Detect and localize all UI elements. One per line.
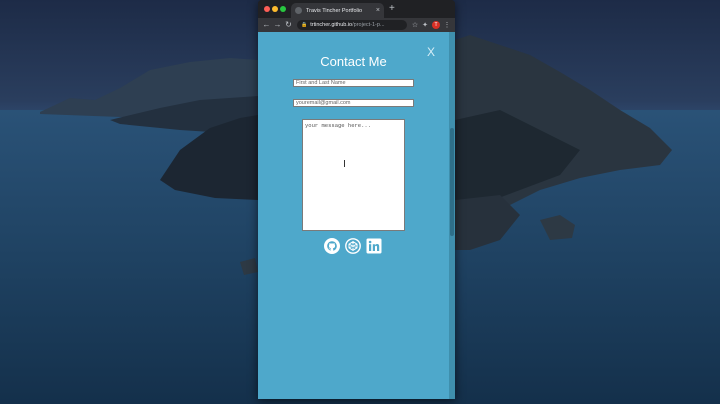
forward-button[interactable]: → [272, 18, 283, 32]
message-textarea[interactable] [302, 119, 405, 231]
github-icon[interactable] [324, 238, 340, 254]
email-input[interactable] [293, 99, 414, 107]
browser-titlebar: Travis Tincher Portfolio × + [258, 0, 455, 18]
back-button[interactable]: ← [261, 18, 272, 32]
browser-tab[interactable]: Travis Tincher Portfolio × [291, 3, 384, 18]
menu-icon[interactable]: ⋮ [442, 21, 452, 29]
page-scrollbar[interactable] [449, 32, 455, 399]
tab-title: Travis Tincher Portfolio [306, 7, 363, 14]
name-input[interactable] [293, 79, 414, 87]
favicon-icon [295, 7, 302, 14]
minimize-window-button[interactable] [272, 6, 278, 12]
url-host: trtincher.github.io [310, 22, 353, 28]
text-cursor-icon [344, 160, 346, 167]
scrollbar-thumb[interactable] [450, 128, 454, 236]
contact-page: X Contact Me [258, 32, 455, 399]
star-icon[interactable]: ☆ [410, 21, 420, 29]
codepen-icon[interactable] [345, 238, 361, 254]
close-window-button[interactable] [264, 6, 270, 12]
tab-close-icon[interactable]: × [376, 7, 380, 14]
url-path: /project-1-p... [352, 22, 385, 28]
browser-toolbar: ← → ↻ 🔒 trtincher.github.io /project-1-p… [258, 18, 455, 32]
extensions-icon[interactable]: ✦ [420, 21, 430, 29]
page-title: Contact Me [320, 54, 387, 69]
linkedin-icon[interactable] [366, 238, 382, 254]
reload-button[interactable]: ↻ [283, 18, 294, 32]
address-bar[interactable]: 🔒 trtincher.github.io /project-1-p... [297, 20, 407, 30]
maximize-window-button[interactable] [280, 6, 286, 12]
new-tab-button[interactable]: + [389, 2, 395, 16]
browser-window: Travis Tincher Portfolio × + ← → ↻ 🔒 trt… [258, 0, 455, 399]
profile-avatar[interactable]: T [432, 21, 440, 29]
lock-icon: 🔒 [301, 22, 308, 28]
